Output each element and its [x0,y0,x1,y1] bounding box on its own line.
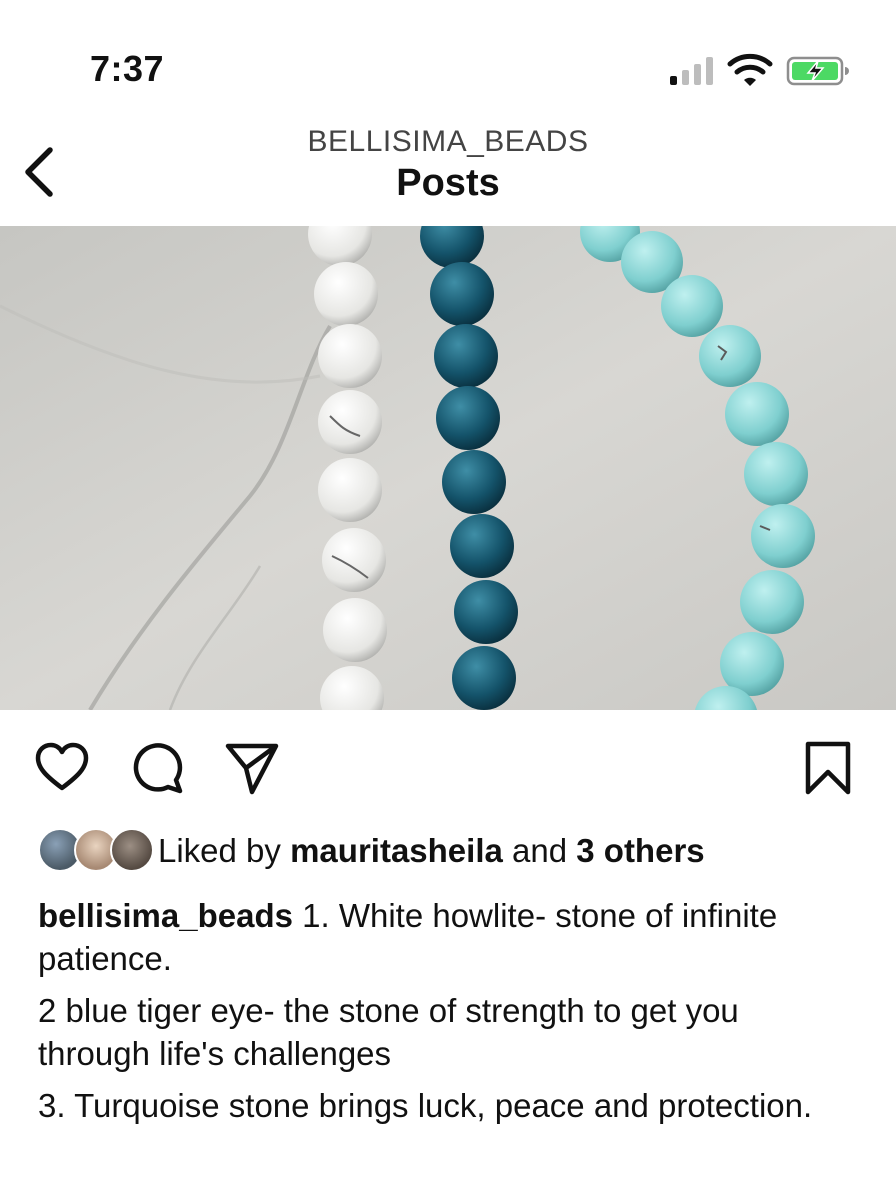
caption-line: bellisima_beads 1. White howlite- stone … [38,894,858,980]
liker-avatars[interactable] [38,828,154,872]
battery-charging-icon [786,56,849,86]
comment-icon [133,743,183,794]
bookmark-icon [805,741,851,795]
cellular-signal-icon [670,57,713,85]
save-button[interactable] [800,740,856,796]
post-caption: bellisima_beads 1. White howlite- stone … [38,894,858,1136]
likes-middle: and [512,832,568,869]
beads-photo [0,226,896,710]
liker-username[interactable]: mauritasheila [290,832,503,869]
caption-text-2: 2 blue tiger eye- the stone of strength … [38,992,739,1072]
caption-text-3: 3. Turquoise stone brings luck, peace an… [38,1087,813,1124]
likes-others[interactable]: 3 others [576,832,704,869]
likes-summary[interactable]: Liked by mauritasheila and 3 others [158,832,705,870]
nav-account-name[interactable]: BELLISIMA_BEADS [0,125,896,159]
caption-username[interactable]: bellisima_beads [38,897,293,934]
comment-button[interactable] [130,740,186,796]
send-icon [225,743,279,795]
share-button[interactable] [224,740,280,796]
likes-prefix: Liked by [158,832,281,869]
nav-header: BELLISIMA_BEADS Posts [0,110,896,226]
avatar [110,828,154,872]
like-button[interactable] [34,740,90,796]
status-time: 7:37 [90,48,165,89]
post-actions [0,720,896,830]
page-title: Posts [396,162,500,204]
wifi-icon [727,53,773,86]
heart-icon [35,742,89,791]
status-bar: 7:37 [0,0,896,110]
likes-row: Liked by mauritasheila and 3 others [38,826,878,880]
post-image[interactable] [0,226,896,710]
